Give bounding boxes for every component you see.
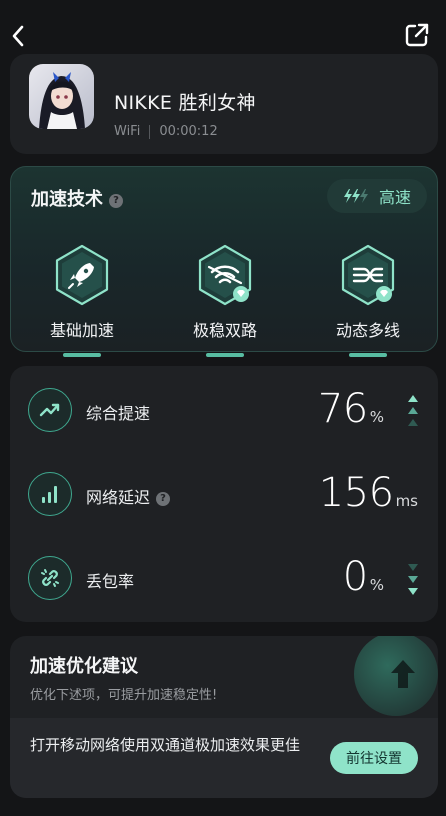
- go-settings-button[interactable]: 前往设置: [330, 742, 418, 774]
- broken-link-icon: [28, 556, 72, 600]
- tech-section-title: 加速技术?: [31, 185, 123, 211]
- stat-number: 76: [317, 386, 368, 432]
- tech-item-multi[interactable]: 动态多线: [313, 243, 423, 357]
- dual-wifi-icon: [193, 243, 257, 307]
- suggest-title: 加速优化建议: [30, 656, 138, 677]
- back-button[interactable]: [4, 22, 32, 50]
- multi-line-icon: [336, 243, 400, 307]
- tech-item-indicator: [206, 353, 244, 357]
- tech-item-indicator: [63, 353, 101, 357]
- stat-value: 0 %: [343, 554, 384, 600]
- tech-item-label: 基础加速: [49, 321, 114, 340]
- speed-mode-pill[interactable]: 高速: [327, 179, 427, 213]
- tech-item-basic[interactable]: 基础加速: [27, 243, 137, 357]
- acceleration-tech-card: 加速技术? 高速 基础加速 极稳双路 动态多线: [10, 166, 438, 357]
- game-card: NIKKE 胜利女神 WiFi 00:00:12: [10, 54, 438, 154]
- trend-up-icon: [28, 388, 72, 432]
- stat-label: 综合提速: [86, 404, 151, 423]
- stat-value: 156 ms: [319, 470, 418, 516]
- game-avatar: [29, 64, 94, 129]
- lightning-icon: [343, 189, 368, 203]
- tech-item-dual[interactable]: 极稳双路: [170, 243, 280, 357]
- stat-row-speedup: 综合提速 76 %: [10, 380, 438, 440]
- arrows-down-icon: [408, 564, 418, 595]
- game-title: NIKKE 胜利女神: [114, 92, 256, 114]
- chevron-left-icon: [12, 25, 24, 47]
- arrows-up-icon: [408, 395, 418, 426]
- suggest-item-text: 打开移动网络使用双通道极加速效果更佳: [30, 736, 301, 754]
- rocket-icon: [50, 243, 114, 307]
- tech-item-label: 极稳双路: [192, 321, 257, 340]
- stat-number: 156: [318, 470, 394, 516]
- help-icon[interactable]: ?: [156, 491, 171, 506]
- stat-value: 76 %: [318, 386, 384, 432]
- tech-item-indicator: [349, 353, 387, 357]
- tech-title-text: 加速技术: [31, 189, 103, 210]
- suggest-subtitle: 优化下述项，可提升加速稳定性!: [30, 688, 218, 703]
- stat-row-latency: 网络延迟? 156 ms: [10, 464, 438, 524]
- scroll-up-button[interactable]: [354, 636, 438, 716]
- external-link-icon: [405, 23, 429, 47]
- share-button[interactable]: [402, 20, 432, 50]
- acceleration-duration: 00:00:12: [159, 124, 218, 139]
- stat-unit: %: [369, 576, 384, 594]
- help-icon[interactable]: ?: [109, 193, 123, 208]
- speed-mode-label: 高速: [378, 188, 411, 207]
- stat-label: 丢包率: [86, 572, 135, 591]
- stat-unit: ms: [395, 492, 418, 510]
- suggest-item: 打开移动网络使用双通道极加速效果更佳 前往设置: [10, 718, 438, 798]
- stat-row-packet-loss: 丢包率 0 %: [10, 548, 438, 608]
- connection-meta: WiFi 00:00:12: [114, 124, 218, 139]
- stats-card: 综合提速 76 % 网络延迟? 156 ms 丢包率 0 %: [10, 366, 438, 622]
- arrow-up-icon: [391, 660, 415, 688]
- stat-unit: %: [369, 408, 384, 426]
- meta-divider: [149, 124, 151, 139]
- stat-label-text: 网络延迟: [86, 488, 151, 507]
- stat-label: 网络延迟?: [86, 484, 171, 508]
- signal-bars-icon: [28, 472, 72, 516]
- stat-number: 0: [342, 554, 368, 600]
- network-type: WiFi: [114, 124, 141, 139]
- optimization-suggestion-card: 加速优化建议 优化下述项，可提升加速稳定性! 打开移动网络使用双通道极加速效果更…: [10, 636, 438, 798]
- tech-item-label: 动态多线: [335, 321, 400, 340]
